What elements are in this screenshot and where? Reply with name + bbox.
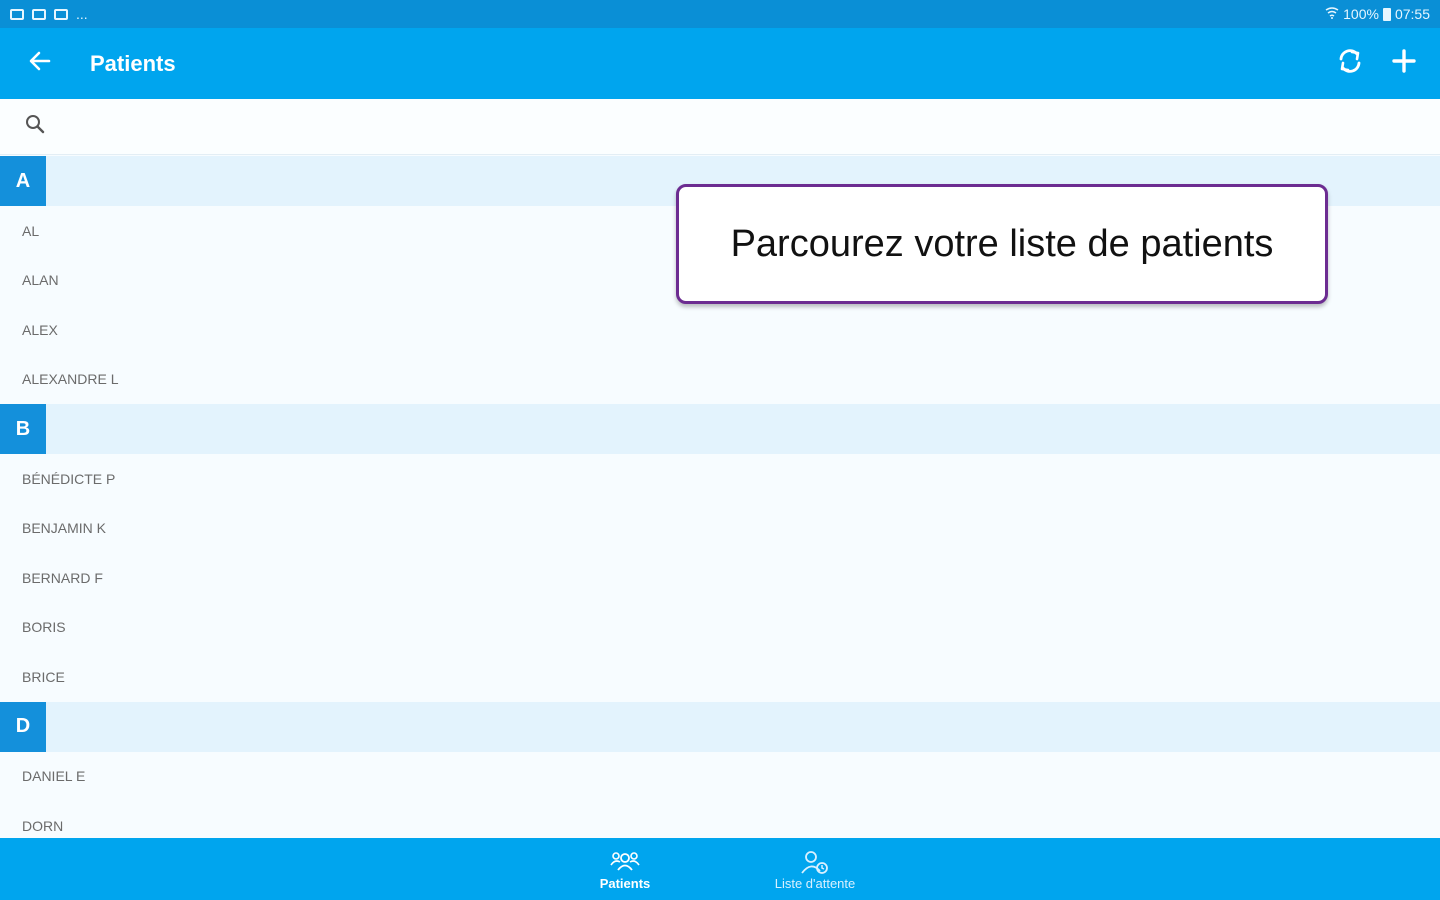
image-notification-icon bbox=[10, 8, 24, 20]
nav-waiting-list-label: Liste d'attente bbox=[774, 875, 856, 891]
status-notifications: ... bbox=[10, 6, 88, 22]
clock: 07:55 bbox=[1394, 6, 1430, 22]
patient-row[interactable]: BERNARD F bbox=[0, 553, 1440, 603]
section-header: D bbox=[0, 701, 1440, 752]
section-letter: D bbox=[0, 701, 46, 752]
patients-group-icon bbox=[610, 848, 640, 876]
waiting-list-icon bbox=[800, 848, 830, 876]
sync-button[interactable] bbox=[1332, 46, 1368, 82]
nav-patients[interactable]: Patients bbox=[575, 838, 675, 900]
search-icon bbox=[24, 113, 46, 140]
section-b: B BÉNÉDICTE P BENJAMIN K BERNARD F BORIS… bbox=[0, 404, 1440, 702]
nav-waiting-list[interactable]: Liste d'attente bbox=[765, 838, 865, 900]
patient-row[interactable]: BENJAMIN K bbox=[0, 503, 1440, 553]
back-button[interactable] bbox=[0, 28, 80, 99]
patient-row[interactable]: BÉNÉDICTE P bbox=[0, 454, 1440, 504]
page-title: Patients bbox=[90, 50, 176, 76]
patient-row[interactable]: BRICE bbox=[0, 652, 1440, 702]
section-d: D DANIEL E DORN bbox=[0, 701, 1440, 838]
section-letter: A bbox=[0, 156, 46, 206]
arrow-left-icon bbox=[29, 51, 51, 76]
app-bar-actions bbox=[1332, 46, 1440, 82]
patient-row[interactable]: ALEXANDRE L bbox=[0, 354, 1440, 404]
section-header: B bbox=[0, 404, 1440, 454]
wifi-icon bbox=[1325, 6, 1339, 22]
search-bar bbox=[0, 99, 1440, 155]
patient-row[interactable]: BORIS bbox=[0, 602, 1440, 652]
bottom-navigation: Patients Liste d'attente bbox=[0, 838, 1440, 900]
status-bar: ... 100% 07:55 bbox=[0, 0, 1440, 28]
add-patient-button[interactable] bbox=[1386, 46, 1422, 82]
patient-row[interactable]: DANIEL E bbox=[0, 751, 1440, 801]
app-bar: Patients bbox=[0, 28, 1440, 99]
battery-icon bbox=[1382, 7, 1391, 21]
status-system: 100% 07:55 bbox=[1325, 6, 1430, 22]
nav-patients-label: Patients bbox=[599, 875, 651, 891]
plus-icon bbox=[1392, 49, 1416, 78]
section-letter: B bbox=[0, 404, 46, 454]
battery-percent: 100% bbox=[1343, 6, 1379, 22]
sync-icon bbox=[1335, 46, 1365, 81]
patient-row[interactable]: ALEX bbox=[0, 305, 1440, 355]
message-notification-icon bbox=[32, 8, 46, 20]
search-input[interactable] bbox=[58, 117, 658, 136]
more-notifications: ... bbox=[76, 6, 88, 22]
onboarding-tooltip: Parcourez votre liste de patients bbox=[676, 184, 1328, 304]
mail-notification-icon bbox=[54, 8, 68, 20]
patient-row[interactable]: DORN bbox=[0, 801, 1440, 838]
